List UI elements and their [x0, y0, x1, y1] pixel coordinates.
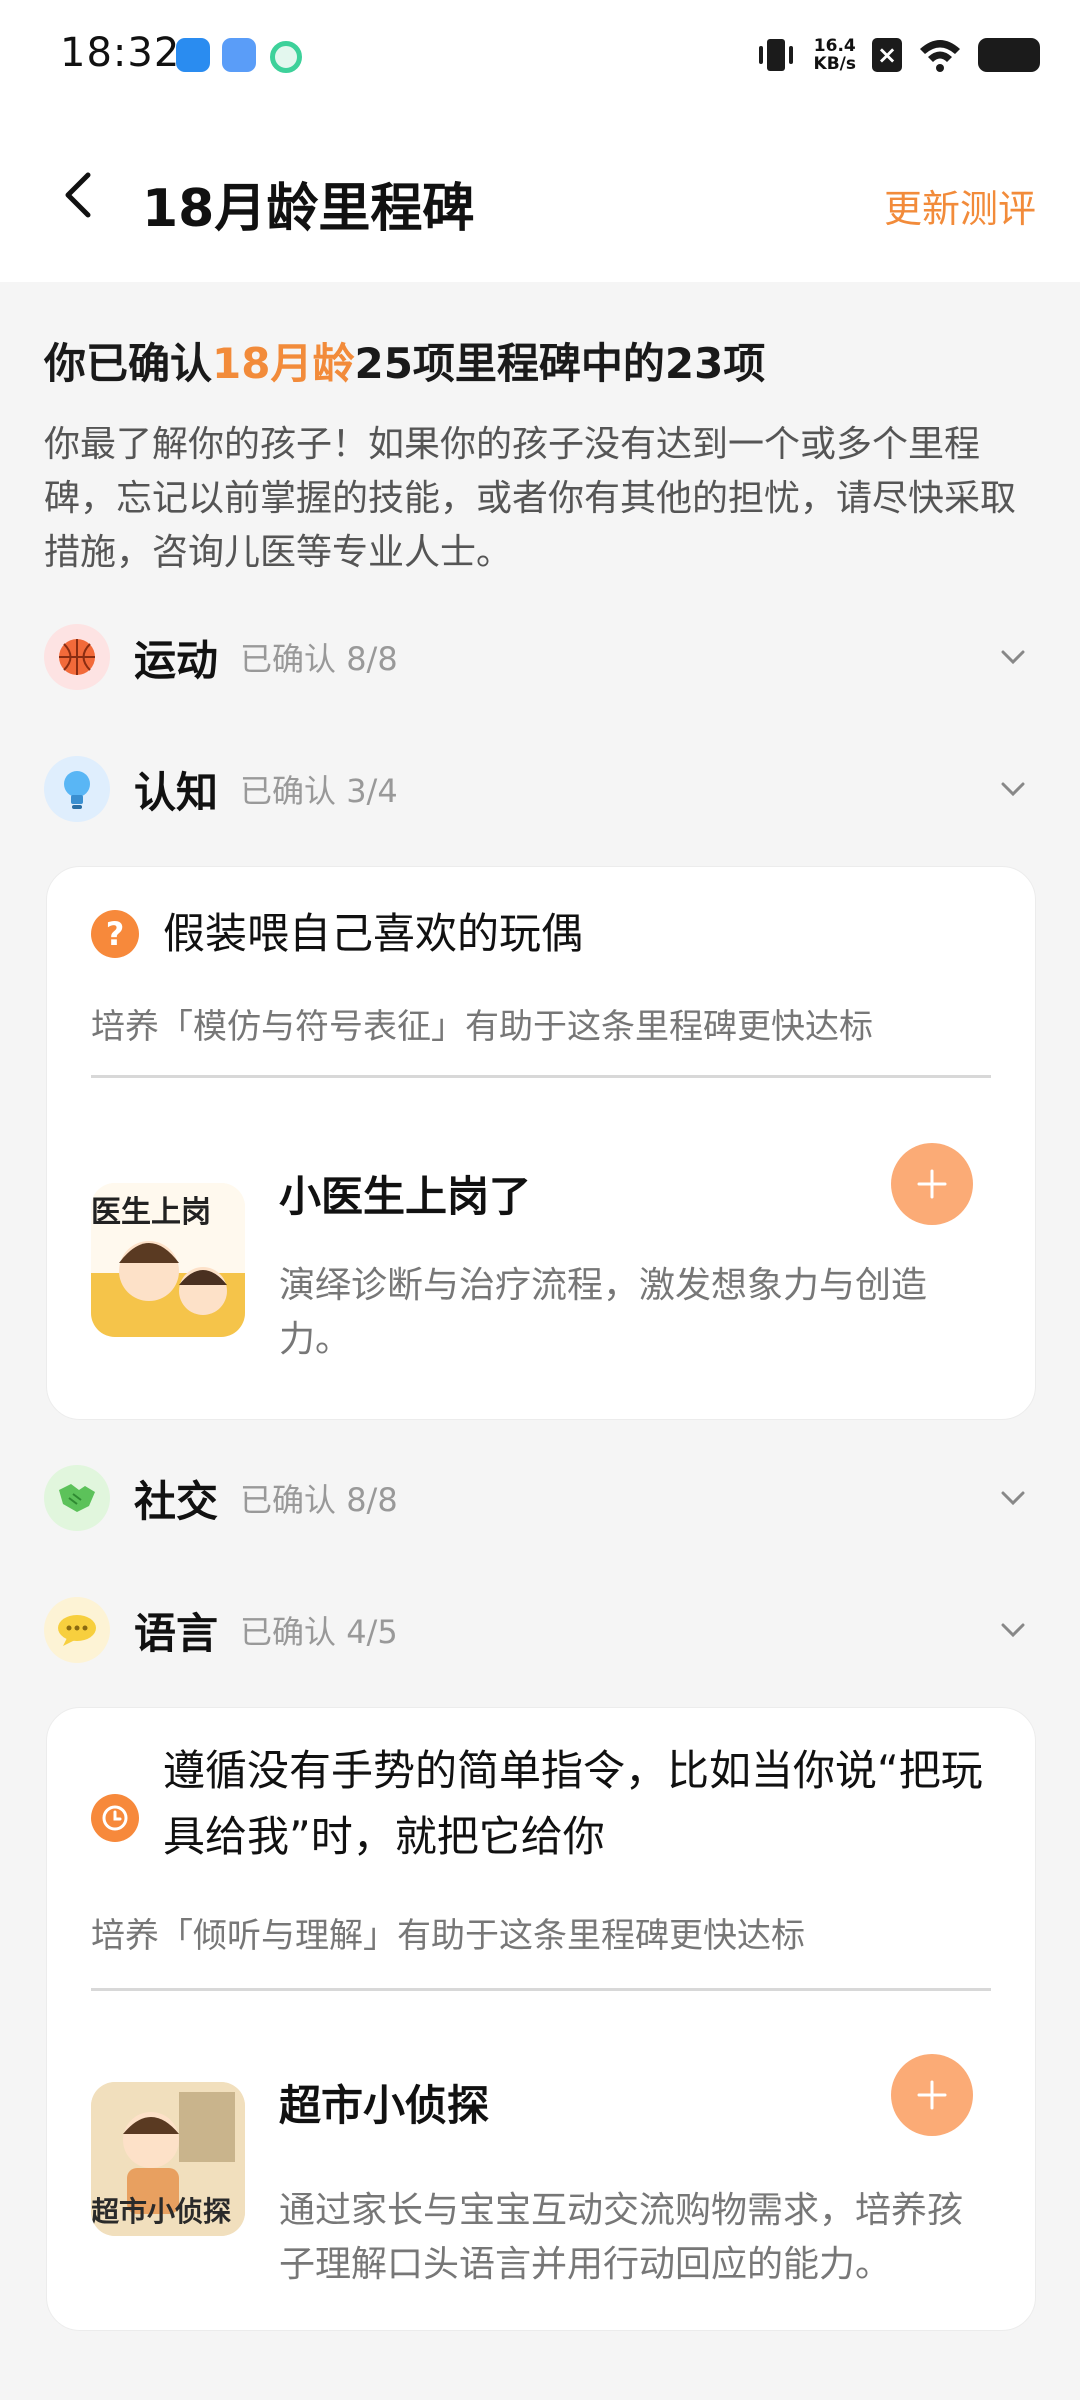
milestone-title: 假装喂自己喜欢的玩偶 — [163, 909, 584, 958]
sim-off-icon: × — [872, 38, 902, 72]
activity-description: 通过家长与宝宝互动交流购物需求，培养孩子理解口头语言并用行动回应的能力。 — [279, 2190, 964, 2285]
chevron-down-icon[interactable] — [996, 772, 1030, 806]
milestone-card: ? 假装喂自己喜欢的玩偶 培养「模仿与符号表征」有助于这条里程碑更快达标 医生上… — [46, 866, 1036, 1420]
category-count: 已确认 8/8 — [240, 1481, 398, 1519]
lightbulb-icon — [44, 756, 110, 822]
status-bar: 18:32 16.4 KB/s × — [0, 0, 1080, 110]
battery-icon — [978, 38, 1040, 72]
update-assessment-button[interactable]: 更新测评 — [884, 178, 1036, 233]
divider — [91, 1988, 991, 1991]
plus-icon — [917, 1169, 947, 1199]
milestone-hint: 培养「倾听与理解」有助于这条里程碑更快达标 — [91, 1916, 805, 1956]
category-count: 已确认 3/4 — [240, 772, 398, 810]
page-title: 18月龄里程碑 — [142, 179, 475, 239]
status-icons: 16.4 KB/s × — [754, 30, 1040, 80]
wifi-icon — [920, 40, 960, 72]
activity-title[interactable]: 小医生上岗了 — [279, 1163, 531, 1224]
app-blue-icon — [176, 38, 210, 72]
basketball-icon — [44, 624, 110, 690]
divider — [91, 1075, 991, 1078]
chevron-down-icon[interactable] — [996, 640, 1030, 674]
clock-icon — [91, 1794, 139, 1842]
category-name: 认知 — [134, 767, 219, 817]
summary-heading: 你已确认18月龄25项里程碑中的23项 — [44, 339, 766, 388]
handshake-icon — [44, 1465, 110, 1531]
header: 18月龄里程碑 更新测评 — [0, 110, 1080, 282]
category-count: 已确认 8/8 — [240, 640, 398, 678]
back-arrow-icon[interactable] — [50, 165, 110, 225]
milestone-card: 遵循没有手势的简单指令，比如当你说“把玩具给我”时，就把它给你 培养「倾听与理解… — [46, 1707, 1036, 2331]
add-activity-button[interactable] — [891, 1143, 973, 1225]
intro-text: 你最了解你的孩子！如果你的孩子没有达到一个或多个里程碑，忘记以前掌握的技能，或者… — [44, 424, 1017, 573]
thumbnail-caption: 医生上岗 — [91, 1195, 211, 1230]
category-count: 已确认 4/5 — [240, 1613, 398, 1651]
question-icon: ? — [91, 910, 139, 958]
chevron-down-icon[interactable] — [996, 1481, 1030, 1515]
category-motor[interactable]: 运动 已确认 8/8 — [44, 622, 1034, 692]
milestone-hint: 培养「模仿与符号表征」有助于这条里程碑更快达标 — [91, 1007, 873, 1047]
app-files-icon — [222, 38, 256, 72]
status-time: 18:32 — [60, 30, 181, 76]
add-activity-button[interactable] — [891, 2054, 973, 2136]
activity-thumbnail[interactable]: 超市小侦探 — [91, 2082, 245, 2236]
vibrate-icon — [758, 39, 793, 71]
activity-description: 演绎诊断与治疗流程，激发想象力与创造力。 — [279, 1265, 928, 1360]
age-highlight: 18月龄 — [212, 339, 355, 388]
speech-bubble-icon — [44, 1597, 110, 1663]
activity-thumbnail[interactable]: 医生上岗 — [91, 1183, 245, 1337]
category-social[interactable]: 社交 已确认 8/8 — [44, 1463, 1034, 1533]
plus-icon — [917, 2080, 947, 2110]
milestone-title: 遵循没有手势的简单指令，比如当你说“把玩具给我”时，就把它给你 — [163, 1746, 983, 1861]
activity-title[interactable]: 超市小侦探 — [279, 2072, 489, 2133]
category-name: 社交 — [134, 1476, 219, 1526]
thumbnail-caption: 超市小侦探 — [91, 2195, 232, 2228]
category-name: 语言 — [134, 1608, 219, 1658]
category-cognitive[interactable]: 认知 已确认 3/4 — [44, 754, 1034, 824]
category-name: 运动 — [134, 635, 219, 685]
chevron-down-icon[interactable] — [996, 1613, 1030, 1647]
app-green-icon — [270, 41, 302, 73]
category-language[interactable]: 语言 已确认 4/5 — [44, 1595, 1034, 1665]
net-speed: 16.4 KB/s — [813, 36, 856, 74]
